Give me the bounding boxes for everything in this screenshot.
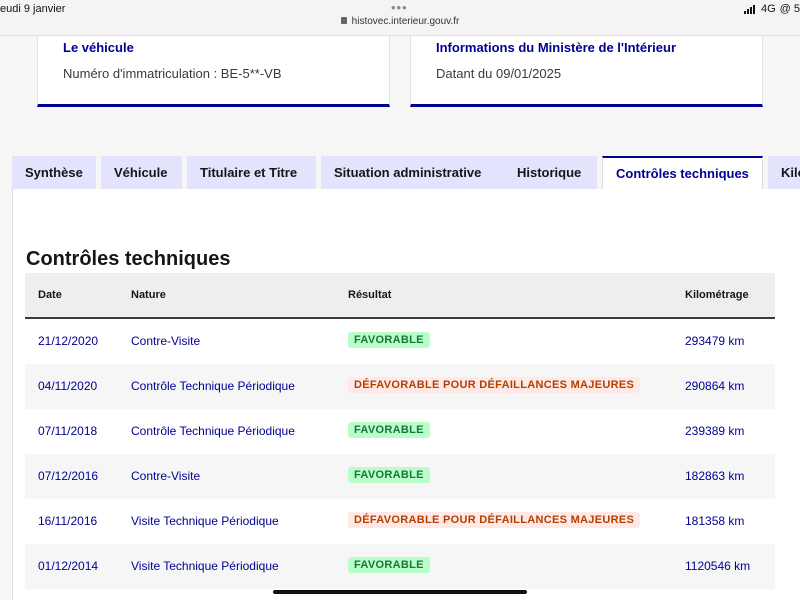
table-row: 04/11/2020 Contrôle Technique Périodique… — [25, 364, 775, 409]
result-badge: FAVORABLE — [348, 557, 430, 573]
ministry-card-title: Informations du Ministère de l'Intérieur — [436, 40, 677, 55]
network-label: 4G — [760, 3, 776, 15]
table-row: 16/11/2016 Visite Technique Périodique D… — [25, 499, 775, 544]
table-row: 07/11/2018 Contrôle Technique Périodique… — [25, 409, 775, 454]
row-date: 21/12/2020 — [38, 334, 99, 348]
row-km: 290864 km — [685, 379, 745, 393]
registration-number: Numéro d'immatriculation : BE-5**-VB — [63, 66, 282, 81]
url-text: histovec.interieur.gouv.fr — [351, 16, 460, 27]
section-title: Contrôles techniques — [26, 248, 231, 270]
row-nature: Contre-Visite — [131, 469, 201, 483]
browser-status-bar: eudi 9 janvier ••• histovec.interieur.go… — [0, 0, 800, 36]
row-date: 07/11/2018 — [38, 424, 98, 438]
row-nature: Contre-Visite — [131, 334, 201, 348]
row-nature: Contrôle Technique Périodique — [131, 379, 295, 393]
ministry-card: Informations du Ministère de l'Intérieur… — [410, 36, 763, 107]
home-indicator[interactable] — [273, 590, 527, 594]
row-date: 01/12/2014 — [38, 559, 99, 573]
row-km: 293479 km — [685, 334, 745, 348]
row-km: 182863 km — [685, 469, 745, 483]
row-km: 181358 km — [685, 514, 745, 528]
more-dots-icon[interactable]: ••• — [391, 0, 408, 15]
row-date: 04/11/2020 — [38, 379, 98, 393]
row-nature: Visite Technique Périodique — [131, 514, 279, 528]
header-nature: Nature — [131, 289, 166, 301]
status-date: eudi 9 janvier — [0, 3, 66, 15]
address-bar[interactable]: histovec.interieur.gouv.fr — [0, 16, 800, 27]
tab-situation-administrative[interactable]: Situation administrative — [321, 156, 508, 189]
tab-kilometrage[interactable]: Kilo — [768, 156, 800, 189]
inspections-table: Date Nature Résultat Kilométrage 21/12/2… — [25, 273, 775, 589]
result-badge: FAVORABLE — [348, 332, 430, 348]
vehicle-card: Le véhicule Numéro d'immatriculation : B… — [37, 36, 390, 107]
lock-icon — [340, 17, 347, 24]
tab-vehicule[interactable]: Véhicule — [101, 156, 182, 189]
vehicle-card-title: Le véhicule — [63, 40, 134, 55]
result-badge: DÉFAVORABLE POUR DÉFAILLANCES MAJEURES — [348, 377, 641, 393]
status-extra: @ 5 — [779, 3, 800, 15]
row-date: 16/11/2016 — [38, 514, 98, 528]
result-badge: DÉFAVORABLE POUR DÉFAILLANCES MAJEURES — [348, 512, 641, 528]
table-row: 21/12/2020 Contre-Visite FAVORABLE 29347… — [25, 319, 775, 364]
row-nature: Contrôle Technique Périodique — [131, 424, 295, 438]
status-indicators: 4G @ 5 — [743, 3, 800, 15]
tab-titulaire[interactable]: Titulaire et Titre — [187, 156, 316, 189]
result-badge: FAVORABLE — [348, 422, 430, 438]
tab-synthese[interactable]: Synthèse — [12, 156, 96, 189]
table-row: 07/12/2016 Contre-Visite FAVORABLE 18286… — [25, 454, 775, 499]
signal-icon — [743, 4, 755, 14]
header-result: Résultat — [348, 289, 392, 301]
row-km: 1120546 km — [685, 559, 751, 573]
data-date: Datant du 09/01/2025 — [436, 66, 562, 81]
table-row: 01/12/2014 Visite Technique Périodique F… — [25, 544, 775, 589]
header-km: Kilométrage — [685, 289, 749, 301]
tab-historique[interactable]: Historique — [504, 156, 597, 189]
row-date: 07/12/2016 — [38, 469, 99, 483]
table-header: Date Nature Résultat Kilométrage — [25, 273, 775, 319]
header-date: Date — [38, 289, 62, 301]
tab-controles-techniques[interactable]: Contrôles techniques — [602, 156, 763, 190]
row-km: 239389 km — [685, 424, 745, 438]
row-nature: Visite Technique Périodique — [131, 559, 279, 573]
result-badge: FAVORABLE — [348, 467, 430, 483]
